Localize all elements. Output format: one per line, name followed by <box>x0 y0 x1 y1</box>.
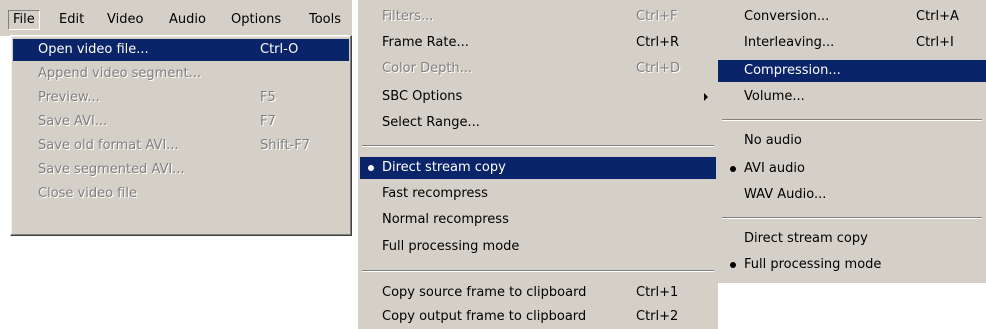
menu-item-shortcut: Ctrl+A <box>916 9 959 24</box>
menu-item-label: Direct stream copy <box>382 160 506 175</box>
menu-item-shortcut: F5 <box>260 90 276 105</box>
audio-menu-dropdown: Conversion... Ctrl+A Interleaving... Ctr… <box>718 0 986 283</box>
menu-item-label: Filters... <box>382 9 434 24</box>
menu-video[interactable]: Video <box>103 10 147 30</box>
menu-item-shortcut: Ctrl-O <box>260 42 299 57</box>
file-menu-dropdown: Open video file... Ctrl-O Append video s… <box>10 35 352 236</box>
menu-bar: File Edit Video Audio Options Tools <box>0 0 352 36</box>
menu-item-copy-source-frame[interactable]: Copy source frame to clipboard Ctrl+1 <box>360 282 716 304</box>
menu-item-label: Preview... <box>38 90 100 105</box>
menu-tools[interactable]: Tools <box>305 10 345 30</box>
menu-item-shortcut: Ctrl+D <box>636 61 681 76</box>
menu-options[interactable]: Options <box>227 10 285 30</box>
menu-item-shortcut: Ctrl+2 <box>636 309 679 324</box>
radio-bullet-icon <box>730 166 736 172</box>
menu-item-label: Open video file... <box>38 42 149 57</box>
menu-item-direct-stream-copy[interactable]: Direct stream copy <box>360 157 716 179</box>
menu-item-label: Save segmented AVI... <box>38 162 185 177</box>
menu-item-color-depth[interactable]: Color Depth... Ctrl+D <box>360 58 716 80</box>
menu-item-label: Copy output frame to clipboard <box>382 309 587 324</box>
menu-file[interactable]: File <box>8 10 40 30</box>
radio-bullet-icon <box>730 262 736 268</box>
menu-item-append-video-segment[interactable]: Append video segment... <box>13 63 349 85</box>
menu-item-avi-audio[interactable]: AVI audio <box>720 158 984 180</box>
video-menu-dropdown: Filters... Ctrl+F Frame Rate... Ctrl+R C… <box>358 0 718 329</box>
menu-item-label: Full processing mode <box>382 239 520 254</box>
menu-item-label: Save AVI... <box>38 114 108 129</box>
menu-separator <box>362 145 714 147</box>
menu-item-label: Compression... <box>744 63 841 78</box>
menu-separator <box>722 119 982 121</box>
menu-item-save-old-format-avi[interactable]: Save old format AVI... Shift-F7 <box>13 135 349 157</box>
menu-item-label: Interleaving... <box>744 35 835 50</box>
menu-item-label: Fast recompress <box>382 186 488 201</box>
menu-item-normal-recompress[interactable]: Normal recompress <box>360 209 716 231</box>
menu-item-close-video-file[interactable]: Close video file <box>13 183 349 205</box>
menu-item-label: Full processing mode <box>744 257 882 272</box>
menu-item-audio-full-processing-mode[interactable]: Full processing mode <box>720 254 984 276</box>
menu-item-no-audio[interactable]: No audio <box>720 130 984 152</box>
menu-item-label: AVI audio <box>744 161 805 176</box>
menu-audio[interactable]: Audio <box>165 10 210 30</box>
menu-item-shortcut: Ctrl+1 <box>636 285 679 300</box>
menu-item-sbc-options[interactable]: SBC Options <box>360 86 716 108</box>
menu-item-compression[interactable]: Compression... <box>718 60 986 82</box>
menu-item-conversion[interactable]: Conversion... Ctrl+A <box>720 6 984 28</box>
menu-separator <box>722 217 982 219</box>
menu-item-frame-rate[interactable]: Frame Rate... Ctrl+R <box>360 32 716 54</box>
menu-item-shortcut: Shift-F7 <box>260 138 310 153</box>
menu-item-preview[interactable]: Preview... F5 <box>13 87 349 109</box>
menu-item-label: Copy source frame to clipboard <box>382 285 587 300</box>
menu-item-label: Direct stream copy <box>744 231 868 246</box>
submenu-arrow-icon <box>704 93 708 101</box>
menu-separator <box>362 270 714 272</box>
menu-item-label: Volume... <box>744 89 805 104</box>
menu-item-label: SBC Options <box>382 89 463 104</box>
menu-item-label: Frame Rate... <box>382 35 469 50</box>
menu-item-select-range[interactable]: Select Range... <box>360 112 716 134</box>
menu-item-audio-direct-stream-copy[interactable]: Direct stream copy <box>720 228 984 250</box>
menu-item-open-video-file[interactable]: Open video file... Ctrl-O <box>13 39 349 61</box>
menu-edit[interactable]: Edit <box>55 10 88 30</box>
menu-item-filters[interactable]: Filters... Ctrl+F <box>360 6 716 28</box>
menu-item-wav-audio[interactable]: WAV Audio... <box>720 184 984 206</box>
menu-item-shortcut: Ctrl+F <box>636 9 678 24</box>
menu-item-full-processing-mode[interactable]: Full processing mode <box>360 236 716 258</box>
menu-item-shortcut: F7 <box>260 114 276 129</box>
menu-item-fast-recompress[interactable]: Fast recompress <box>360 183 716 205</box>
menu-item-label: Normal recompress <box>382 212 509 227</box>
menu-item-label: Save old format AVI... <box>38 138 179 153</box>
menu-item-label: WAV Audio... <box>744 187 827 202</box>
menu-item-label: Color Depth... <box>382 61 473 76</box>
menu-item-shortcut: Ctrl+I <box>916 35 954 50</box>
menu-item-label: Append video segment... <box>38 66 202 81</box>
menu-item-label: Close video file <box>38 186 137 201</box>
menu-item-save-avi[interactable]: Save AVI... F7 <box>13 111 349 133</box>
menu-item-save-segmented-avi[interactable]: Save segmented AVI... <box>13 159 349 181</box>
menu-item-interleaving[interactable]: Interleaving... Ctrl+I <box>720 32 984 54</box>
menu-item-label: Conversion... <box>744 9 830 24</box>
menu-item-volume[interactable]: Volume... <box>720 86 984 108</box>
menu-item-label: No audio <box>744 133 802 148</box>
menu-item-copy-output-frame[interactable]: Copy output frame to clipboard Ctrl+2 <box>360 306 716 328</box>
menu-item-label: Select Range... <box>382 115 480 130</box>
menu-item-shortcut: Ctrl+R <box>636 35 680 50</box>
radio-bullet-icon <box>368 165 374 171</box>
